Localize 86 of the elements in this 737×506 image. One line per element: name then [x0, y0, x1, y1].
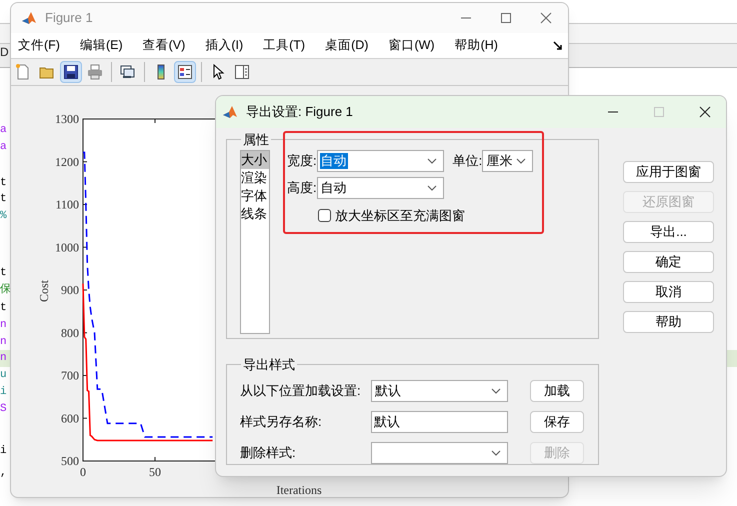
- code-text: u: [0, 368, 7, 383]
- y-tick-label: 600: [61, 411, 79, 426]
- y-tick-label: 700: [61, 368, 79, 382]
- dock-arrow-icon: [553, 41, 563, 51]
- action-button[interactable]: 加载: [530, 380, 584, 402]
- field-label: 从以下位置加载设置:: [240, 382, 362, 400]
- menu-item[interactable]: 编辑(E): [80, 36, 123, 55]
- code-text: t: [0, 266, 7, 281]
- code-text: n: [0, 318, 7, 333]
- chevron-icon: [426, 158, 437, 164]
- floppy-disk-tool[interactable]: [60, 61, 82, 83]
- y-tick-label: 500: [61, 454, 79, 468]
- list-box[interactable]: 大小 渲染 字体 线条: [240, 150, 270, 334]
- dropdown[interactable]: 自动: [316, 176, 444, 198]
- dropdown[interactable]: 厘米: [482, 150, 534, 172]
- field-label: 单位:: [452, 152, 482, 170]
- y-tick-label: 900: [61, 283, 79, 297]
- chevron-icon: [491, 388, 501, 394]
- menu-item[interactable]: 插入(I): [205, 36, 244, 55]
- chevron-icon: [491, 450, 501, 456]
- matlab-logo-icon: [222, 104, 238, 120]
- field-label: 宽度:: [287, 152, 317, 170]
- input-field[interactable]: 默认: [371, 410, 508, 432]
- checkbox[interactable]: [318, 208, 331, 222]
- group-label: 属性: [242, 131, 270, 149]
- maximize-icon: [500, 12, 512, 24]
- dropdown[interactable]: 自动: [316, 150, 444, 172]
- list-item[interactable]: 大小: [241, 150, 269, 168]
- menu-item[interactable]: 帮助(H): [454, 36, 498, 55]
- chevron-icon: [516, 158, 526, 164]
- legend-tool[interactable]: [174, 61, 196, 83]
- dialog-title: 导出设置: Figure 1: [246, 103, 353, 122]
- document-icon: [15, 64, 31, 80]
- menu-item[interactable]: 工具(T): [263, 36, 306, 55]
- field-label: 高度:: [287, 178, 317, 197]
- list-item[interactable]: 字体: [241, 186, 269, 204]
- y-tick-label: 1100: [55, 198, 79, 212]
- close-icon: [540, 12, 552, 24]
- linked-windows-icon: [120, 64, 136, 80]
- y-tick-label: 1300: [55, 112, 79, 126]
- code-text: a: [0, 140, 7, 155]
- dialog-button[interactable]: 应用于图窗: [623, 161, 714, 183]
- chevron-icon: [426, 184, 437, 190]
- printer-icon: [87, 64, 103, 80]
- menu-item[interactable]: 窗口(W): [388, 36, 435, 55]
- code-text: ,: [0, 466, 7, 481]
- x-axis-label: Iterations: [276, 483, 322, 497]
- dialog-button[interactable]: 帮助: [623, 311, 714, 333]
- y-axis-label: Cost: [36, 280, 52, 302]
- list-item[interactable]: 线条: [241, 204, 269, 222]
- action-button[interactable]: 保存: [530, 410, 584, 432]
- list-item[interactable]: 渲染: [241, 168, 269, 186]
- code-text: t: [0, 301, 7, 316]
- y-tick-label: 800: [61, 326, 79, 340]
- code-text: %: [0, 209, 7, 224]
- x-tick-label: 50: [149, 465, 161, 479]
- code-text: i: [0, 385, 7, 400]
- dialog-button[interactable]: 确定: [623, 251, 714, 273]
- code-text: n: [0, 335, 7, 350]
- code-text: a: [0, 123, 7, 138]
- field-label: 样式另存名称:: [240, 412, 323, 431]
- code-text: i: [0, 444, 7, 459]
- code-text: S: [0, 402, 7, 417]
- code-text: 保: [0, 282, 11, 298]
- dialog-button[interactable]: 导出...: [623, 221, 714, 243]
- y-tick-label: 1000: [55, 240, 79, 254]
- code-text: n: [0, 351, 7, 366]
- x-tick-label: 0: [80, 465, 86, 479]
- window-title: Figure 1: [45, 9, 93, 28]
- code-text: t: [0, 176, 7, 191]
- menu-item[interactable]: 文件(F): [18, 36, 60, 55]
- y-tick-label: 1200: [55, 154, 79, 169]
- code-text: t: [0, 192, 7, 207]
- group-label: 导出样式: [242, 356, 296, 374]
- property-panel-icon: [234, 64, 250, 80]
- close-icon: [699, 106, 711, 118]
- dialog-button[interactable]: 取消: [623, 281, 714, 303]
- legend-icon: [177, 64, 193, 80]
- maximize-icon: [653, 106, 665, 118]
- menu-item[interactable]: 查看(V): [142, 36, 186, 55]
- editor-tab[interactable]: D: [0, 43, 10, 61]
- menu-item[interactable]: 桌面(D): [325, 36, 368, 55]
- matlab-logo-icon: [21, 10, 37, 26]
- field-label: 删除样式:: [240, 444, 297, 462]
- checkbox-label: 放大坐标区至充满图窗: [335, 206, 465, 224]
- dropdown[interactable]: 默认: [371, 380, 508, 402]
